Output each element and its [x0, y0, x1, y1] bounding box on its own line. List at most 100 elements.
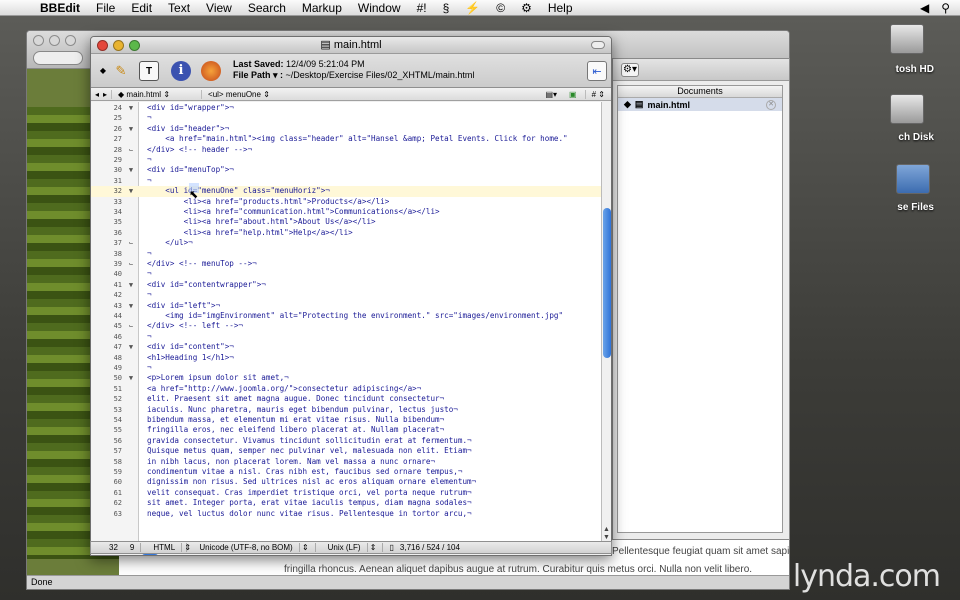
fold-toggle-icon[interactable]: ▼ [126, 186, 136, 196]
code-line[interactable]: 51 <a href="http://www.joomla.org/">conse… [91, 384, 601, 394]
menu-text[interactable]: Text [160, 1, 198, 15]
code-line[interactable]: 30 ▼ <div id="menuTop">¬ [91, 165, 601, 175]
code-line[interactable]: 28 ⌙ </div> <!-- header -->¬ [91, 145, 601, 155]
desktop-icon-label[interactable]: ch Disk [890, 132, 934, 143]
line-endings-popup[interactable]: Unix (LF) ⇕ [316, 543, 384, 552]
code-line[interactable]: 34 <li><a href="communication.html">Comm… [91, 207, 601, 217]
hash-popup[interactable]: # ⇕ [584, 89, 611, 99]
code-line[interactable]: 33 <li><a href="products.html">Products<… [91, 197, 601, 207]
fold-toggle-icon[interactable]: ▼ [126, 280, 136, 290]
toolbar-toggle-button[interactable] [591, 41, 605, 49]
gear-icon[interactable]: ⚙▾ [621, 62, 639, 77]
copyright-menu-icon[interactable]: © [488, 1, 513, 15]
minimize-button[interactable] [113, 40, 124, 51]
vertical-scroll-thumb[interactable] [603, 208, 611, 358]
code-line[interactable]: 49 ¬ [91, 363, 601, 373]
fold-toggle-icon[interactable]: ⌙ [126, 238, 136, 248]
code-line[interactable]: 47 ▼ <div id="content">¬ [91, 342, 601, 352]
markup-popup-icon[interactable]: ▤▾ [541, 90, 561, 99]
zoom-button[interactable] [65, 35, 76, 46]
menu-window[interactable]: Window [350, 1, 409, 15]
menu-file[interactable]: File [88, 1, 123, 15]
fold-toggle-icon[interactable]: ▼ [126, 165, 136, 175]
code-line[interactable]: 36 <li><a href="help.html">Help</a></li> [91, 228, 601, 238]
pencil-icon[interactable]: ✎ [111, 61, 131, 81]
preview-browser-icon[interactable] [201, 61, 221, 81]
code-line[interactable]: 27 <a href="main.html"><img class="heade… [91, 134, 601, 144]
spotlight-icon[interactable]: ⚲ [941, 1, 950, 15]
menu-app[interactable]: BBEdit [32, 1, 88, 15]
text-options-icon[interactable]: T [139, 61, 159, 81]
fold-toggle-icon[interactable]: ▼ [126, 103, 136, 113]
code-line[interactable]: 37 ⌙ </ul>¬ [91, 238, 601, 248]
fold-toggle-icon[interactable]: ⌙ [126, 259, 136, 269]
counterpart-icon[interactable]: ▣ [565, 90, 581, 99]
code-line[interactable]: 57 Quisque metus quam, semper nec pulvina… [91, 446, 601, 456]
code-line[interactable]: 61 velit consequat. Cras imperdiet tristi… [91, 488, 601, 498]
code-line[interactable]: 60 dignissim non risus. Sed ultrices nisl… [91, 477, 601, 487]
code-line[interactable]: 43 ▼ <div id="left">¬ [91, 301, 601, 311]
document-item[interactable]: ◆ ▤ main.html ✕ [618, 98, 782, 111]
code-line[interactable]: 24 ▼ <div id="wrapper">¬ [91, 103, 601, 113]
code-line[interactable]: 42 ¬ [91, 290, 601, 300]
code-line[interactable]: 54 bibendum massa, et elementum mi erat v… [91, 415, 601, 425]
code-editor[interactable]: 24 ▼ <div id="wrapper">¬ 25 ¬ 26 ▼ <div id="hea… [91, 102, 601, 544]
gear-menu-icon[interactable]: ⚙ [513, 1, 540, 15]
code-line[interactable]: 52 elit. Praesent sit amet magna augue. D… [91, 394, 601, 404]
code-line[interactable]: 35 <li><a href="about.html">About Us</a>… [91, 217, 601, 227]
back-forward-buttons[interactable] [33, 51, 83, 65]
fold-toggle-icon[interactable]: ▼ [126, 301, 136, 311]
fold-toggle-icon[interactable]: ⌙ [126, 145, 136, 155]
code-line[interactable]: 50 ▼ <p>Lorem ipsum dolor sit amet,¬ [91, 373, 601, 383]
fold-toggle-icon[interactable]: ▼ [126, 373, 136, 383]
code-line[interactable]: 26 ▼ <div id="header">¬ [91, 124, 601, 134]
code-line[interactable]: 38 ¬ [91, 249, 601, 259]
code-line[interactable]: 45 ⌙ </div> <!-- left -->¬ [91, 321, 601, 331]
minimize-button[interactable] [49, 35, 60, 46]
file-path-label[interactable]: File Path ▾ : [233, 70, 283, 80]
code-line[interactable]: 58 in nibh lacus, non placerat lorem. Nam… [91, 457, 601, 467]
menu-shebang[interactable]: #! [409, 1, 435, 15]
code-line[interactable]: 41 ▼ <div id="contentwrapper">¬ [91, 280, 601, 290]
encoding-popup[interactable]: Unicode (UTF-8, no BOM) ⇕ [187, 543, 316, 552]
fold-toggle-icon[interactable]: ▼ [126, 124, 136, 134]
volume-icon[interactable]: ◀ [920, 1, 929, 15]
code-line[interactable]: 32 ▼ <ul id="menuOne" class="menuHoriz">¬ [91, 186, 601, 197]
language-popup[interactable]: HTML ⇕ [141, 543, 191, 552]
scripts-menu-icon[interactable]: § [435, 1, 458, 15]
forward-arrow-icon[interactable]: ▸ [103, 90, 107, 99]
code-line[interactable]: 48 <h1>Heading 1</h1>¬ [91, 353, 601, 363]
close-document-icon[interactable]: ✕ [766, 99, 776, 110]
code-line[interactable]: 25 ¬ [91, 113, 601, 123]
close-button[interactable] [97, 40, 108, 51]
close-button[interactable] [33, 35, 44, 46]
code-line[interactable]: 59 condimentum vitae a nisl. Cras nibh es… [91, 467, 601, 477]
folder-icon[interactable] [896, 164, 930, 194]
scroll-arrows-icon[interactable]: ▲ ▼ [603, 526, 610, 542]
clippings-menu-icon[interactable]: ⚡ [457, 1, 488, 15]
menu-edit[interactable]: Edit [123, 1, 160, 15]
desktop-icon-label[interactable]: se Files [884, 202, 934, 213]
code-line[interactable]: 53 iaculis. Nunc pharetra, mauris eget bi… [91, 405, 601, 415]
documents-drawer-toggle-icon[interactable]: ⇤ [587, 61, 607, 81]
code-line[interactable]: 55 fringilla eros, nec eleifend libero pl… [91, 425, 601, 435]
menu-markup[interactable]: Markup [294, 1, 350, 15]
disk-icon[interactable] [890, 94, 924, 124]
code-line[interactable]: 29 ¬ [91, 155, 601, 165]
code-line[interactable]: 44 <img id="imgEnvironment" alt="Protect… [91, 311, 601, 321]
back-arrow-icon[interactable]: ◂ [95, 90, 99, 99]
code-line[interactable]: 31 ¬ [91, 176, 601, 186]
menu-search[interactable]: Search [240, 1, 294, 15]
function-popup[interactable]: <ul> menuOne ⇕ [201, 89, 285, 99]
menu-view[interactable]: View [198, 1, 240, 15]
file-popup[interactable]: ◆ main.html ⇕ [111, 89, 197, 99]
code-line[interactable]: 39 ⌙ </div> <!-- menuTop -->¬ [91, 259, 601, 269]
hard-drive-icon[interactable] [890, 24, 924, 54]
zoom-button[interactable] [129, 40, 140, 51]
fold-toggle-icon[interactable]: ▼ [126, 342, 136, 352]
info-icon[interactable]: i [171, 61, 191, 81]
code-line[interactable]: 46 ¬ [91, 332, 601, 342]
fold-toggle-icon[interactable]: ⌙ [126, 321, 136, 331]
menu-help[interactable]: Help [540, 1, 581, 15]
code-line[interactable]: 62 sit amet. Integer porta, erat vitae ia… [91, 498, 601, 508]
